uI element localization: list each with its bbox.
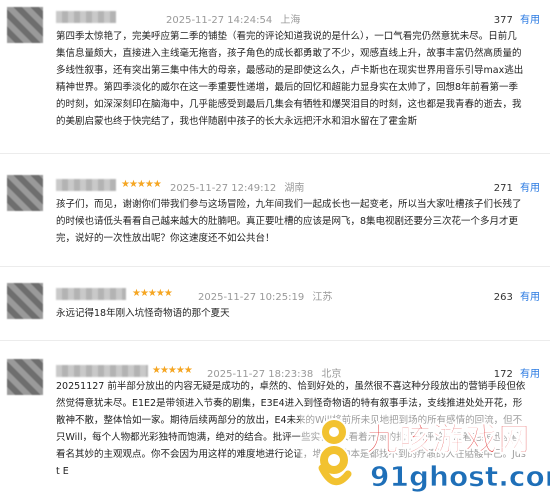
useful-count: 377 有用 [494,11,540,26]
review-content: 永远记得18年刚入坑怪奇物语的那个夏天 [56,308,230,319]
review-location: 上海 [280,15,301,26]
useful-count: 271 有用 [494,179,540,194]
useful-count: 263 有用 [494,288,540,303]
rating-stars: ★★★★★ [132,288,173,299]
review-card: user ★★★★★ 2025-11-27 10:25:19 江苏 263 有用… [0,280,550,341]
username[interactable]: user [56,365,148,377]
review-card: user 2025-11-27 14:24:54 上海 377 有用 第四季太惊… [0,0,550,154]
review-content: 第四季太惊艳了，完美呼应第二季的铺垫（看完的评论知道我说的是什么），一口气看完仍… [56,31,524,127]
watermark-url: 91ghost.com [370,460,550,494]
avatar[interactable] [7,7,43,43]
review-meta: 2025-11-27 14:24:54 上海 [166,11,305,26]
avatar[interactable] [7,283,43,319]
useful-number: 377 [493,15,513,26]
useful-button[interactable]: 有用 [520,183,540,194]
rating-stars: ★★★★★ [152,365,193,376]
watermark-title: 九咳游戏网 [365,420,532,459]
review-date: 2025-11-27 10:25:19 [198,292,305,303]
avatar[interactable] [7,359,43,395]
review-location: 江苏 [312,292,333,303]
useful-button[interactable]: 有用 [520,292,540,303]
username[interactable]: user [56,11,116,23]
site-watermark: 九咳游戏网 91ghost.com [300,412,550,499]
username[interactable]: user [56,288,126,300]
review-meta: 2025-11-27 10:25:19 江苏 [198,288,337,303]
username[interactable]: user [56,179,116,191]
review-meta: 2025-11-27 12:49:12 湖南 [170,179,309,194]
review-location: 湖南 [284,183,305,194]
review-content: 孩子们，而见，谢谢你们带我们参与这场冒险，九年间我们一起成长也一起变老，所以当大… [56,199,522,244]
review-date: 2025-11-27 12:49:12 [170,183,277,194]
useful-number: 263 [493,292,513,303]
useful-number: 271 [493,183,513,194]
avatar[interactable] [7,175,43,211]
review-card: user ★★★★★ 2025-11-27 12:49:12 湖南 271 有用… [0,168,550,267]
useful-button[interactable]: 有用 [520,15,540,26]
review-date: 2025-11-27 14:24:54 [166,15,273,26]
rating-stars: ★★★★★ [121,179,162,190]
watermark-logo-icon [318,418,352,486]
